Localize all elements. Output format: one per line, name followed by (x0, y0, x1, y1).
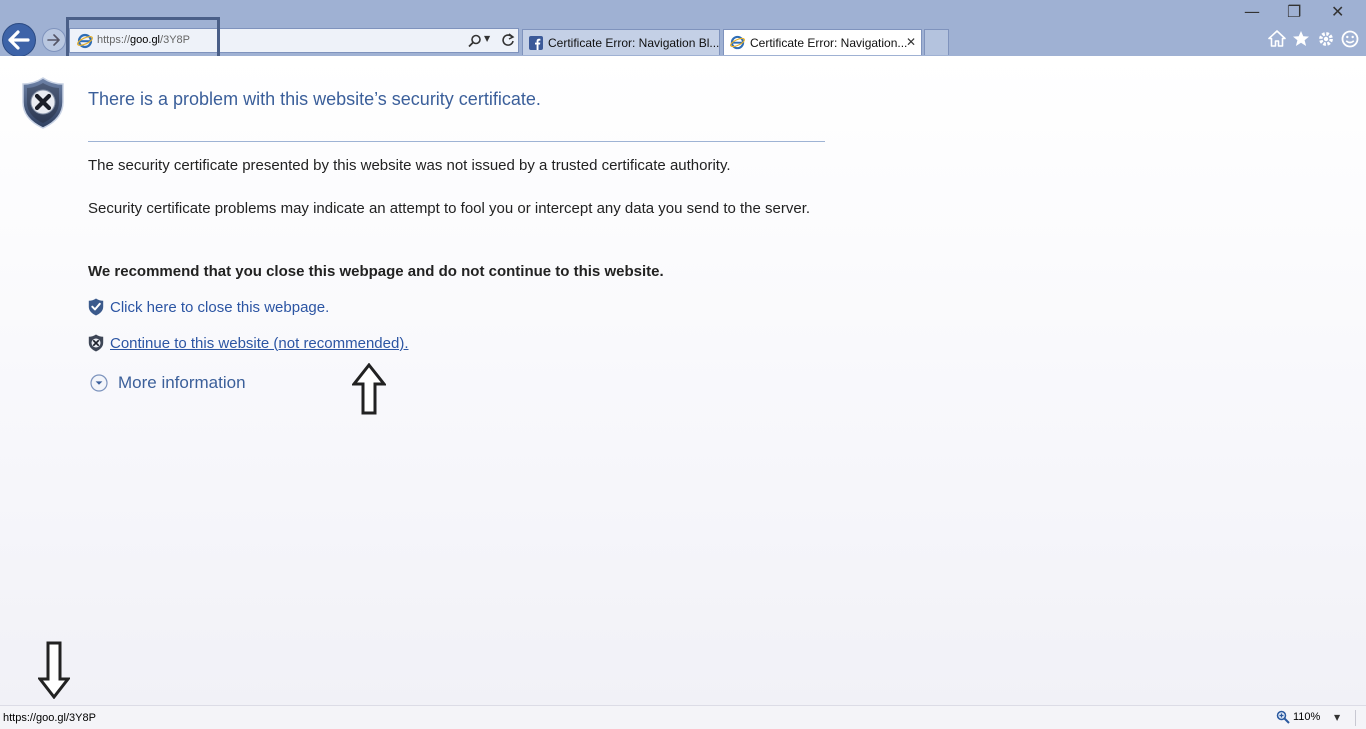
tools-gear-icon[interactable] (1317, 30, 1335, 48)
forward-arrow-icon (47, 34, 60, 46)
close-window-button[interactable]: ✕ (1331, 2, 1344, 21)
status-separator (1355, 710, 1356, 726)
certificate-issue-text: The security certificate presented by th… (88, 157, 731, 174)
tab-certificate-error[interactable]: Certificate Error: Navigation... ✕ (723, 29, 922, 55)
more-information-toggle[interactable]: More information (90, 373, 246, 393)
continue-website-link[interactable]: Continue to this website (not recommende… (110, 335, 408, 352)
tab-title: Certificate Error: Navigation... (750, 35, 908, 50)
close-webpage-link[interactable]: Click here to close this webpage. (110, 299, 329, 316)
home-icon[interactable] (1268, 30, 1286, 47)
browser-toolbar: https://goo.gl/3Y8P ▼ Certificate Error:… (0, 0, 1366, 67)
zoom-magnifier-icon (1276, 710, 1290, 724)
page-title: There is a problem with this website’s s… (88, 89, 541, 109)
close-webpage-row[interactable]: Click here to close this webpage. (88, 297, 329, 317)
security-warning-text: Security certificate problems may indica… (88, 200, 811, 217)
status-hover-url: https://goo.gl/3Y8P (3, 712, 96, 724)
ie-icon (730, 35, 745, 50)
page-content: There is a problem with this website’s s… (0, 56, 1366, 705)
zoom-level: 110% (1293, 711, 1321, 723)
tab-close-icon[interactable]: ✕ (906, 35, 916, 49)
minimize-button[interactable]: — (1244, 2, 1260, 21)
title-divider (88, 141, 825, 142)
facebook-icon (529, 35, 543, 50)
back-button[interactable] (2, 23, 36, 57)
shield-check-icon (88, 298, 104, 316)
shield-error-icon (22, 77, 64, 129)
tab-facebook[interactable]: Certificate Error: Navigation Bl... (522, 29, 720, 55)
tab-title: Certificate Error: Navigation Bl... (548, 35, 720, 50)
status-bar: https://goo.gl/3Y8P 110% ▼ (0, 705, 1366, 729)
continue-website-row[interactable]: Continue to this website (not recommende… (88, 333, 408, 353)
zoom-control[interactable]: 110% (1276, 710, 1320, 724)
annotation-down-arrow-icon (38, 641, 70, 699)
shield-x-icon (88, 334, 104, 352)
chevron-down-circle-icon (90, 374, 108, 392)
zoom-dropdown-icon[interactable]: ▼ (1334, 713, 1340, 722)
annotation-up-arrow-icon (352, 363, 386, 415)
refresh-icon[interactable] (501, 32, 515, 48)
favorites-star-icon[interactable] (1292, 30, 1310, 47)
recommendation-text: We recommend that you close this webpage… (88, 263, 664, 280)
new-tab-button[interactable] (924, 29, 949, 55)
address-dropdown-icon[interactable]: ▼ (484, 34, 490, 43)
more-information-label: More information (118, 373, 246, 392)
search-icon[interactable] (468, 34, 482, 48)
restore-button[interactable]: ❐ (1287, 2, 1301, 21)
feedback-smiley-icon[interactable] (1341, 30, 1359, 48)
back-arrow-icon (8, 30, 30, 50)
forward-button[interactable] (42, 28, 66, 52)
